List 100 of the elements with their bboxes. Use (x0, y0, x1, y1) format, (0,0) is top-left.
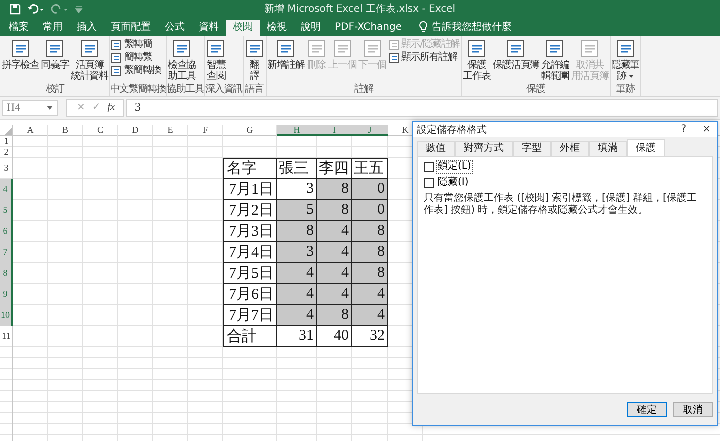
name-box[interactable]: H4 (2, 100, 58, 116)
dialog-tab[interactable]: 數值 (417, 141, 455, 156)
table-cell: 8 (352, 263, 388, 284)
group-label: 校訂 (44, 84, 66, 96)
ribbon-tab[interactable]: 插入 (70, 20, 104, 36)
tell-me-search[interactable]: 告訴我您想做什麼 (432, 20, 512, 36)
ribbon-tab[interactable]: 檔案 (2, 20, 36, 36)
document-icon (111, 40, 122, 50)
group-label: 中文繁簡轉換 (110, 84, 166, 96)
document-icon (111, 52, 122, 64)
redo-icon[interactable] (51, 4, 69, 15)
ribbon-button[interactable]: 允許編 輯範圍 (540, 38, 570, 83)
document-icon (111, 66, 122, 76)
document-icon (332, 39, 353, 59)
checkbox[interactable] (424, 178, 434, 188)
document-icon (306, 39, 327, 59)
dialog-tab[interactable]: 字型 (513, 141, 551, 156)
dialog-tab[interactable]: 外框 (551, 141, 589, 156)
row-header[interactable]: 10 (0, 305, 13, 326)
ribbon-tab[interactable]: 檢視 (260, 20, 294, 36)
table-cell: 7月6日 (223, 284, 277, 305)
row-header[interactable]: 2 (0, 147, 13, 158)
customize-caret-icon[interactable] (75, 6, 83, 14)
checkbox-label[interactable]: 鎖定(L) (437, 161, 472, 173)
group-label: 語言 (244, 84, 265, 96)
table-cell: 7月4日 (223, 242, 277, 263)
column-header[interactable]: H (277, 125, 317, 136)
formula-input[interactable]: 3 (126, 99, 718, 117)
ribbon-button[interactable]: 繁簡轉換 (110, 65, 163, 77)
column-header[interactable]: F (188, 125, 223, 136)
dialog-tab[interactable]: 填滿 (589, 141, 627, 156)
table-cell: 8 (277, 221, 317, 242)
column-header[interactable]: D (118, 125, 153, 136)
column-header[interactable]: I (317, 125, 352, 136)
checkbox[interactable] (424, 162, 434, 172)
ribbon-button[interactable]: 保護活頁簿 (492, 38, 540, 72)
row-header[interactable]: 4 (0, 179, 13, 200)
ribbon-button[interactable]: 簡轉繁 (110, 52, 163, 64)
row-header[interactable]: 3 (0, 158, 13, 179)
column-header[interactable]: A (13, 125, 48, 136)
ribbon-tab[interactable]: 校閱 (226, 20, 260, 36)
table-cell: 4 (277, 284, 317, 305)
ribbon-tab[interactable]: PDF-XChange (328, 20, 410, 36)
column-header[interactable]: C (83, 125, 118, 136)
close-button[interactable]: × (702, 124, 711, 135)
ribbon-button[interactable]: 智慧 查閱 (205, 38, 228, 83)
column-header[interactable]: B (48, 125, 83, 136)
table-cell: 32 (352, 326, 388, 347)
row-header[interactable]: 9 (0, 284, 13, 305)
ribbon-tab[interactable]: 說明 (294, 20, 328, 36)
save-icon[interactable] (10, 4, 21, 15)
table-cell: 李四 (317, 158, 352, 179)
help-button[interactable]: ? (681, 124, 687, 135)
ribbon-button[interactable]: 活頁簿 統計資料 (70, 38, 110, 83)
row-header[interactable]: 1 (0, 136, 13, 147)
column-header[interactable]: G (223, 125, 277, 136)
table-cell: 8 (352, 221, 388, 242)
lightbulb-icon[interactable] (419, 21, 428, 33)
ribbon-button[interactable]: 隱藏筆 跡 (610, 38, 640, 83)
document-icon (244, 39, 265, 59)
checkbox-label[interactable]: 隱藏(I) (437, 177, 470, 189)
ribbon-tab[interactable]: 資料 (192, 20, 226, 36)
ribbon-button[interactable]: 保護 工作表 (462, 38, 492, 83)
ok-button[interactable]: 確定 (627, 402, 667, 417)
column-header[interactable]: J (352, 125, 388, 136)
table-cell: 8 (352, 242, 388, 263)
ribbon-tab[interactable]: 公式 (158, 20, 192, 36)
ribbon-tab[interactable]: 常用 (36, 20, 70, 36)
row-header[interactable]: 11 (0, 326, 13, 347)
ribbon-button[interactable]: 檢查協 助工具 (167, 38, 198, 83)
dialog-title: 設定儲存格格式 (417, 124, 487, 136)
table-cell: 7月5日 (223, 263, 277, 284)
row-header[interactable]: 8 (0, 263, 13, 284)
dialog-tab[interactable]: 對齊方式 (455, 141, 513, 156)
ribbon-button[interactable]: 拼字檢查 (1, 38, 40, 72)
ribbon-button[interactable]: 翻 譯 (244, 38, 266, 83)
document-icon (362, 39, 383, 59)
caret-icon (47, 106, 53, 110)
document-icon (45, 39, 66, 59)
dialog-tab[interactable]: 保護 (627, 139, 665, 156)
row-header[interactable]: 5 (0, 200, 13, 221)
table-cell: 張三 (277, 158, 317, 179)
ribbon-button[interactable]: 顯示所有註解 (388, 52, 462, 64)
undo-icon[interactable] (27, 4, 45, 15)
row-header[interactable]: 6 (0, 221, 13, 242)
ribbon-button[interactable]: 新增註解 (266, 38, 306, 72)
table-cell: 王五 (352, 158, 388, 179)
table-cell: 4 (317, 263, 352, 284)
group-label: 筆跡 (615, 84, 636, 96)
table-cell: 3 (277, 179, 317, 200)
table-cell: 7月7日 (223, 305, 277, 326)
ribbon-button[interactable]: 繁轉簡 (110, 39, 163, 51)
ribbon-button[interactable]: 同義字 (40, 38, 70, 72)
table-cell: 5 (277, 200, 317, 221)
column-header[interactable]: E (153, 125, 188, 136)
cancel-button[interactable]: 取消 (673, 402, 713, 417)
table-cell: 31 (277, 326, 317, 347)
row-header[interactable]: 7 (0, 242, 13, 263)
ribbon-tab[interactable]: 頁面配置 (104, 20, 158, 36)
insert-function-button[interactable]: fx (108, 101, 115, 115)
